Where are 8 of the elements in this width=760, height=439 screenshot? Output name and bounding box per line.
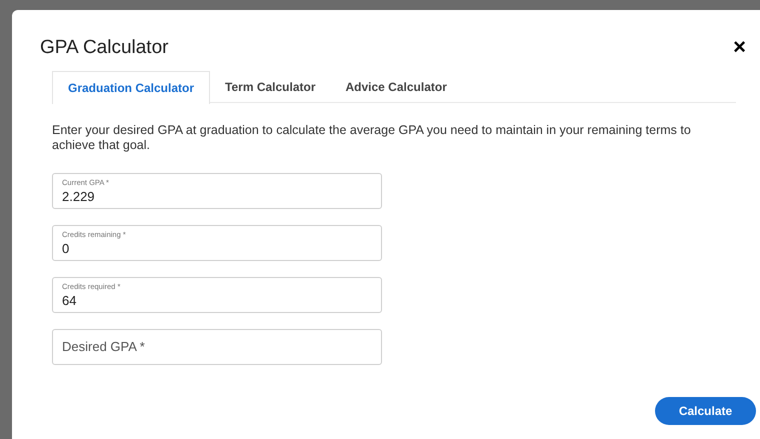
close-button[interactable]: × <box>733 36 746 58</box>
calculate-button[interactable]: Calculate <box>655 397 756 425</box>
description-text: Enter your desired GPA at graduation to calculate the average GPA you need to maintain in your remaining terms to achieve that goal. <box>52 122 692 152</box>
input-field[interactable]: Desired GPA * <box>52 328 382 364</box>
tab[interactable]: Graduation Calculator <box>52 70 210 104</box>
tab[interactable]: Advice Calculator <box>330 70 462 102</box>
dialog-title: GPA Calculator <box>40 36 168 60</box>
tab[interactable]: Term Calculator <box>210 70 330 102</box>
